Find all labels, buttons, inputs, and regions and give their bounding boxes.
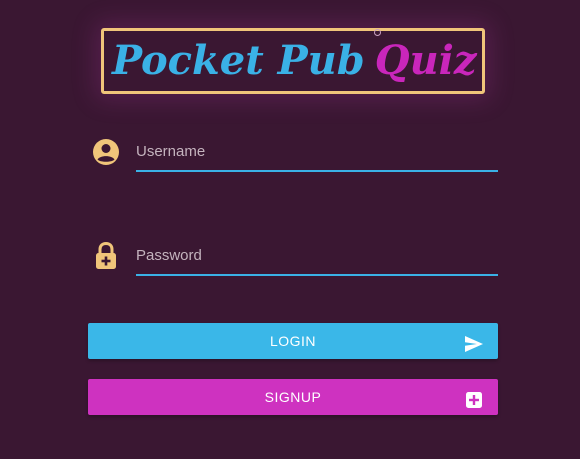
account-circle-icon (92, 138, 120, 166)
password-field (88, 232, 498, 282)
lock-plus-icon (92, 240, 120, 269)
logo-text: Pocket Pub Quiz (112, 35, 477, 87)
signup-button-label: SIGNUP (264, 389, 322, 405)
plus-box-icon (464, 387, 484, 408)
username-field (88, 128, 498, 178)
logo: Pocket Pub Quiz (101, 28, 485, 94)
logo-word-pocket-pub: Pocket Pub (112, 37, 365, 84)
password-input[interactable] (136, 238, 498, 276)
login-button-label: LOGIN (269, 333, 317, 349)
signup-button[interactable]: SIGNUP (88, 379, 498, 415)
logo-word-quiz: Quiz (374, 37, 477, 84)
send-icon (464, 331, 484, 352)
login-button[interactable]: LOGIN (88, 323, 498, 359)
logo-decoration-dot (374, 29, 381, 36)
username-input[interactable] (136, 134, 498, 172)
